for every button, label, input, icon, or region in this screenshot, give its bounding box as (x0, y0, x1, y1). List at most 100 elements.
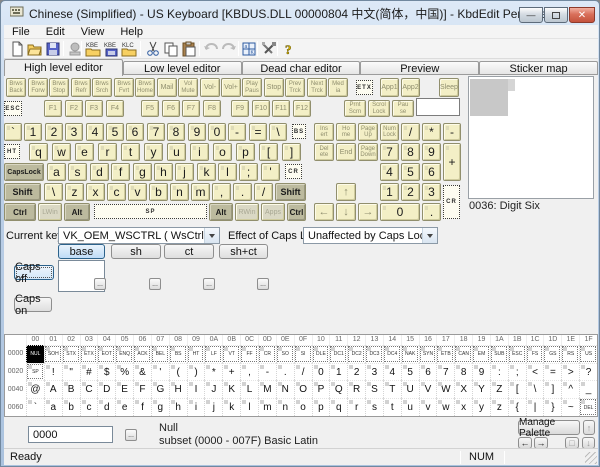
palette-cell[interactable]: b (62, 398, 80, 416)
palette-cell[interactable]: S (365, 380, 383, 398)
palette-cell[interactable]: " (62, 363, 80, 381)
palette-cell[interactable]: F (133, 380, 151, 398)
palette-cell[interactable]: / (294, 363, 312, 381)
palette-cell[interactable]: FF (240, 345, 258, 363)
tab-dead-char-editor[interactable]: Dead char editor (242, 61, 361, 75)
keyboard-key[interactable]: 4 (380, 163, 399, 181)
palette-cell[interactable]: ; (508, 363, 526, 381)
keyboard-key[interactable]: x (86, 183, 105, 201)
palette-cell[interactable]: 3 (365, 363, 383, 381)
keyboard-key[interactable]: u (167, 143, 186, 161)
palette-cell[interactable]: e (115, 398, 133, 416)
palette-cell[interactable]: C (80, 380, 98, 398)
open-klc-button[interactable]: KLC (120, 40, 137, 57)
current-key-dropdown[interactable]: VK_OEM_WSCTRL ( WsCtrl ) (58, 227, 220, 244)
palette-cell[interactable]: s (365, 398, 383, 416)
keyboard-key[interactable]: SP (94, 204, 207, 219)
palette-cell[interactable]: ' (151, 363, 169, 381)
palette-cell[interactable]: SI (294, 345, 312, 363)
copy-button[interactable] (162, 40, 179, 57)
palette-cell[interactable]: O (294, 380, 312, 398)
palette-cell[interactable]: DC1 (329, 345, 347, 363)
close-button[interactable]: ✕ (569, 7, 595, 23)
keyboard-key[interactable]: 7 (147, 123, 165, 141)
keyboard-key[interactable]: a (47, 163, 66, 181)
tools-button[interactable] (260, 40, 277, 57)
keyboard-key[interactable]: Shift (4, 183, 41, 201)
palette-cell[interactable]: o (294, 398, 312, 416)
keyboard-key[interactable]: Alt (64, 203, 90, 221)
palette-cell[interactable]: ] (543, 380, 561, 398)
keyboard-key[interactable]: Shift (275, 183, 306, 201)
keyboard-key[interactable]: + (443, 143, 461, 181)
keyboard-key[interactable]: g (133, 163, 152, 181)
palette-cell[interactable]: N (276, 380, 294, 398)
keyboard-key[interactable]: 9 (422, 143, 441, 161)
keyboard-key[interactable]: v (128, 183, 147, 201)
keyboard-key[interactable]: b (149, 183, 168, 201)
keyboard-key[interactable]: - (228, 123, 246, 141)
state-button-base[interactable]: base (58, 244, 105, 259)
palette-cell[interactable]: k (222, 398, 240, 416)
palette-cell[interactable]: DEL (579, 398, 597, 416)
palette-cell[interactable]: G (151, 380, 169, 398)
palette-cell[interactable]: SOH (44, 345, 62, 363)
palette-cell[interactable]: DC3 (365, 345, 383, 363)
palette-cell[interactable]: T (383, 380, 401, 398)
palette-cell[interactable]: DC2 (347, 345, 365, 363)
tab-high-level-editor[interactable]: High level editor (4, 59, 123, 76)
keyboard-key[interactable]: Ctrl (287, 203, 306, 221)
keyboard-key[interactable]: r (98, 143, 117, 161)
menu-view[interactable]: View (73, 26, 113, 38)
palette-cell[interactable]: US (579, 345, 597, 363)
palette-cell[interactable]: NAK (401, 345, 419, 363)
palette-cell[interactable]: K (222, 380, 240, 398)
palette-cell[interactable]: V (419, 380, 437, 398)
keyboard-key[interactable]: - (443, 123, 461, 141)
palette-cell[interactable]: * (204, 363, 222, 381)
tab-preview[interactable]: Preview (360, 61, 479, 75)
keyboard-key[interactable]: 6 (422, 163, 441, 181)
menu-edit[interactable]: Edit (38, 26, 73, 38)
keyboard-key[interactable]: / (401, 123, 420, 141)
keyboard-key[interactable]: t (121, 143, 140, 161)
palette-cell[interactable]: % (115, 363, 133, 381)
palette-cell[interactable]: , (240, 363, 258, 381)
palette-cell[interactable]: 9 (472, 363, 490, 381)
keyboard-key[interactable]: 5 (401, 163, 420, 181)
palette-cell[interactable]: q (329, 398, 347, 416)
palette-cell[interactable]: = (543, 363, 561, 381)
keyboard-key[interactable]: 7 (380, 143, 399, 161)
keyboard-key[interactable]: = (249, 123, 267, 141)
palette-cell[interactable]: z (490, 398, 508, 416)
palette-cell[interactable]: h (169, 398, 187, 416)
palette-cell[interactable]: R (347, 380, 365, 398)
keyboard-key[interactable]: HT (4, 144, 20, 159)
keyboard-key[interactable]: 1 (380, 183, 399, 201)
palette-cell[interactable]: D (97, 380, 115, 398)
keyboard-key[interactable]: CR (443, 185, 460, 219)
palette-cell[interactable]: SO (276, 345, 294, 363)
palette-cell[interactable]: { (508, 398, 526, 416)
palette-cell[interactable]: GS (543, 345, 561, 363)
palette-cell[interactable]: 6 (419, 363, 437, 381)
keyboard-key[interactable]: \ (44, 183, 63, 201)
palette-cell[interactable]: ( (169, 363, 187, 381)
palette-cell[interactable]: t (383, 398, 401, 416)
keyboard-key[interactable]: 0 (380, 203, 420, 221)
keyboard-key[interactable]: . (233, 183, 252, 201)
palette-cell[interactable]: f (133, 398, 151, 416)
keyboard-key[interactable]: ` (4, 123, 22, 141)
palette-cell[interactable]: EM (472, 345, 490, 363)
palette-cell[interactable]: ETB (436, 345, 454, 363)
palette-cell[interactable]: } (543, 398, 561, 416)
sh-browse-button[interactable]: ... (149, 278, 161, 290)
keyboard-key[interactable]: j (175, 163, 194, 181)
palette-cell[interactable]: _ (579, 380, 597, 398)
base-browse-button[interactable]: ... (94, 278, 106, 290)
keyboard-key[interactable]: w (52, 143, 71, 161)
keyboard-key[interactable]: 8 (167, 123, 185, 141)
palette-cell[interactable]: \ (526, 380, 544, 398)
palette-cell[interactable]: CR (258, 345, 276, 363)
save-file-button[interactable] (44, 40, 61, 57)
